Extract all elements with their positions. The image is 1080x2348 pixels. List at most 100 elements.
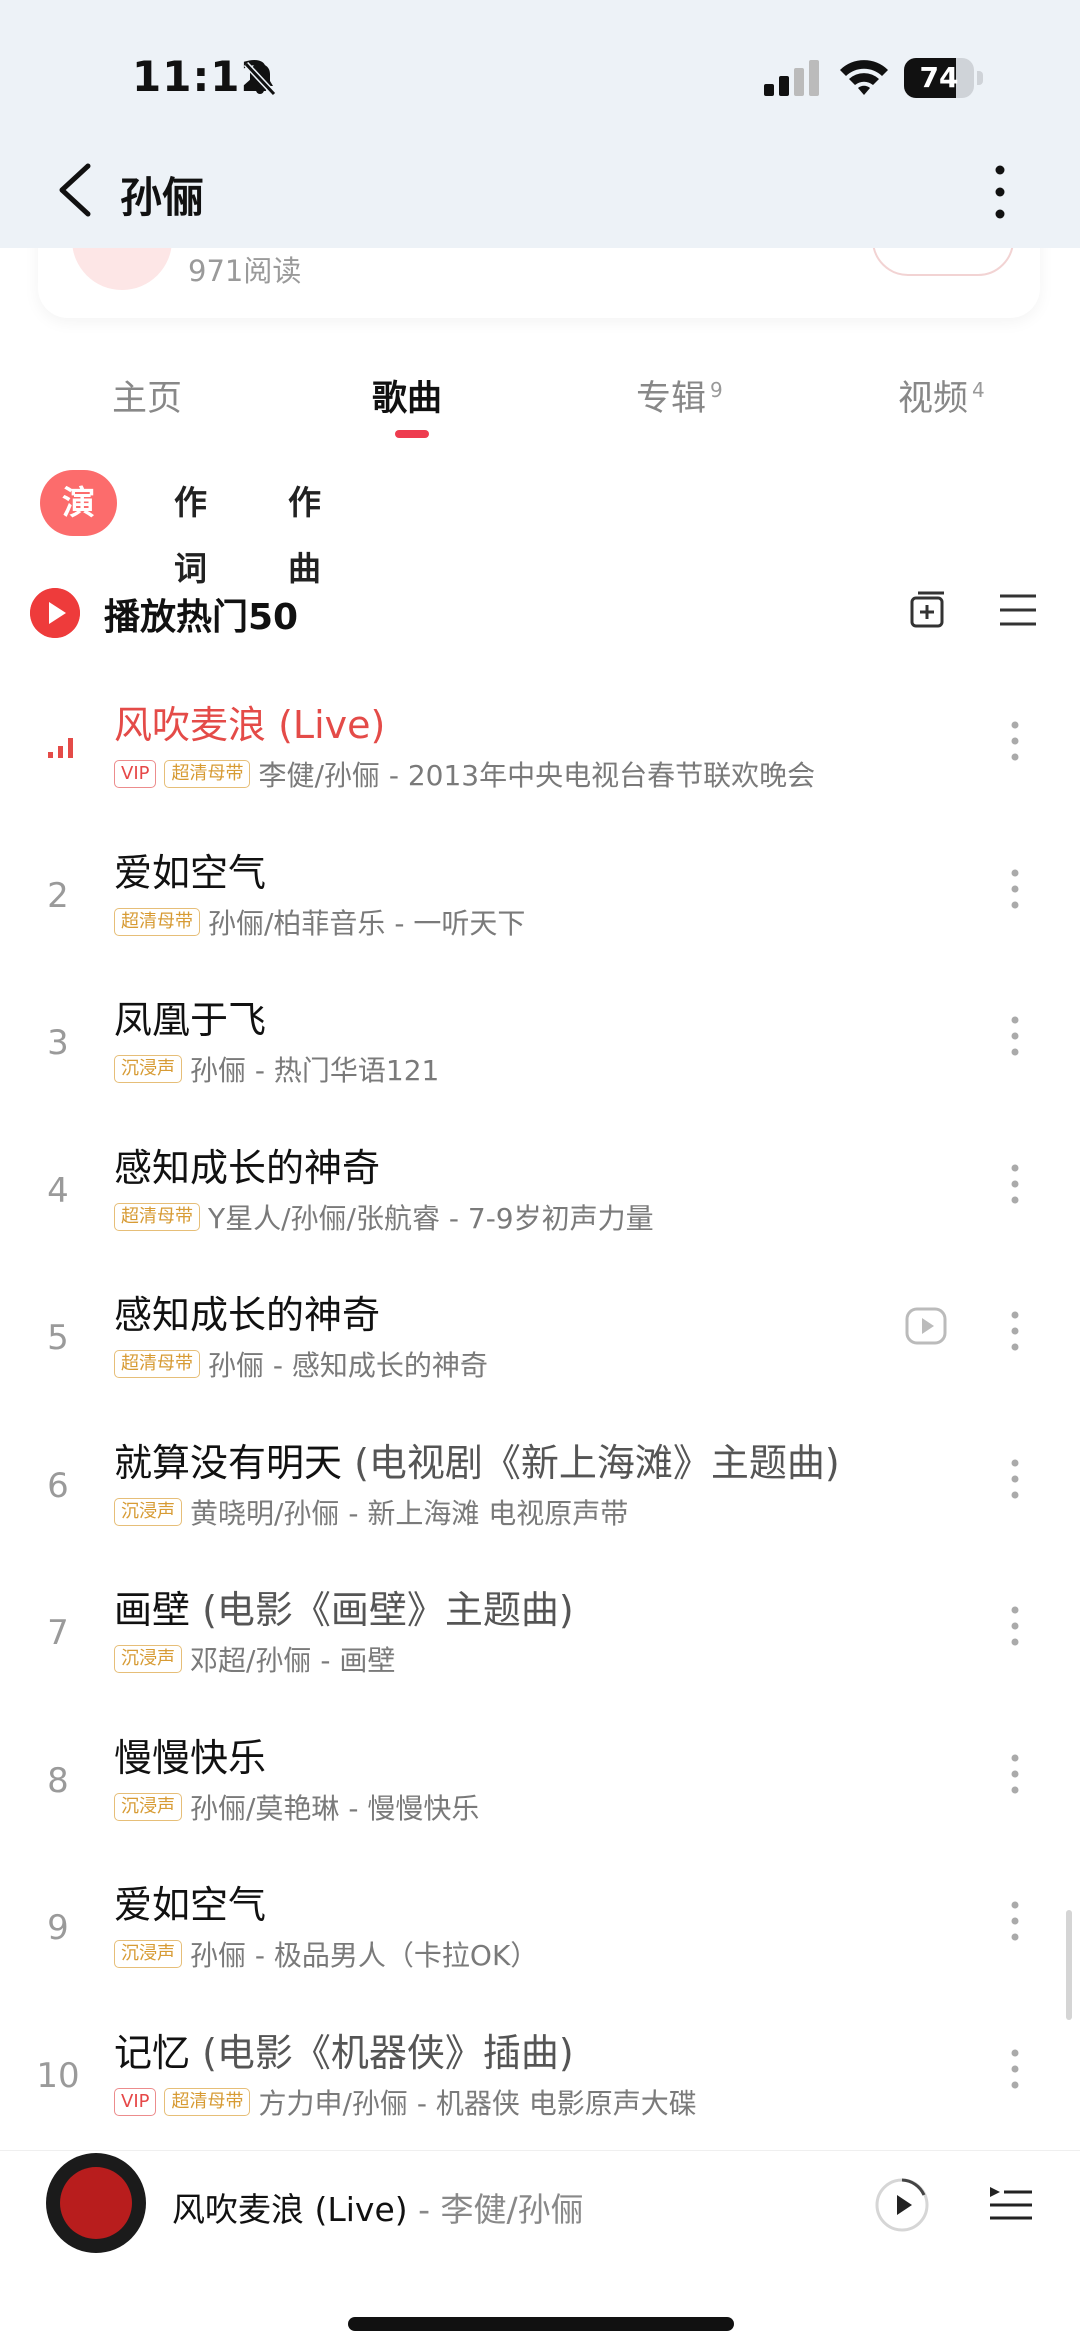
now-playing-cover[interactable] xyxy=(46,2153,146,2253)
song-more-icon[interactable] xyxy=(1000,864,1030,914)
quality-badge: VIP xyxy=(114,760,157,788)
play-all-row: 播放热门50 xyxy=(0,578,1080,648)
tab-bar: 主页 歌曲 专辑 9 视频 4 xyxy=(0,370,1080,450)
play-all-button[interactable] xyxy=(30,588,80,638)
song-meta: VIP 超清母带 李健/孙俪 - 2013年中央电视台春节联欢晚会 xyxy=(114,754,815,794)
home-indicator xyxy=(348,2317,734,2331)
play-all-label[interactable]: 播放热门50 xyxy=(104,588,298,640)
song-index: 6 xyxy=(47,1465,69,1506)
multi-select-icon[interactable] xyxy=(998,590,1038,630)
song-artist-album: 方力申/孙俪 - 机器侠 电影原声大碟 xyxy=(258,2086,697,2120)
song-title: 爱如空气 xyxy=(114,850,267,895)
song-artist-album: 孙俪 - 感知成长的神奇 xyxy=(208,1349,488,1382)
song-more-icon[interactable] xyxy=(1000,1601,1030,1651)
song-meta: 沉浸声 邓超/孙俪 - 画壁 xyxy=(114,1639,395,1679)
cellular-signal-icon xyxy=(764,60,819,96)
song-row[interactable]: 8 慢慢快乐 沉浸声 孙俪/莫艳琳 - 慢慢快乐 xyxy=(0,1701,1080,1849)
song-more-icon[interactable] xyxy=(1000,1159,1030,1209)
song-meta: 沉浸声 孙俪 - 极品男人（卡拉OK） xyxy=(114,1934,538,1974)
play-pause-button[interactable] xyxy=(874,2177,930,2233)
song-index: 8 xyxy=(47,1760,69,1801)
top-bar: 11:12 74 孙俪 xyxy=(0,0,1080,248)
tab-songs[interactable]: 歌曲 xyxy=(372,370,442,421)
song-more-icon[interactable] xyxy=(1000,716,1030,766)
quality-badge: 超清母带 xyxy=(164,2087,251,2116)
quality-badge: 超清母带 xyxy=(114,907,200,936)
quality-badge: VIP xyxy=(114,2087,157,2116)
filter-lyrics[interactable]: 作词 xyxy=(174,470,207,588)
mini-player[interactable]: 风吹麦浪 (Live) - 李健/孙俪 xyxy=(0,2150,1080,2348)
song-artist-album: 邓超/孙俪 - 画壁 xyxy=(190,1644,396,1677)
now-playing-artist: - 李健/孙俪 xyxy=(407,2190,584,2229)
add-to-playlist-icon[interactable] xyxy=(908,590,948,630)
more-options-button[interactable] xyxy=(980,160,1020,224)
song-index: 10 xyxy=(36,2055,80,2096)
song-meta: 超清母带 孙俪 - 感知成长的神奇 xyxy=(114,1344,488,1384)
tab-home[interactable]: 主页 xyxy=(112,370,182,421)
song-more-icon[interactable] xyxy=(1000,1749,1030,1799)
song-more-icon[interactable] xyxy=(1000,2044,1030,2094)
bell-muted-icon xyxy=(243,61,277,97)
battery-indicator: 74 xyxy=(904,58,986,98)
song-index: 9 xyxy=(47,1908,69,1948)
tab-albums[interactable]: 专辑 9 xyxy=(636,370,723,421)
song-meta: 沉浸声 孙俪 - 热门华语121 xyxy=(114,1049,439,1089)
filter-compose[interactable]: 作曲 xyxy=(288,470,321,588)
song-row[interactable]: 5 感知成长的神奇 超清母带 孙俪 - 感知成长的神奇 xyxy=(0,1258,1080,1406)
song-artist-album: 李健/孙俪 - 2013年中央电视台春节联欢晚会 xyxy=(258,759,816,792)
song-meta: 超清母带 Y星人/孙俪/张航睿 - 7-9岁初声力量 xyxy=(114,1197,654,1237)
song-title: 就算没有明天 (电视剧《新上海滩》主题曲) xyxy=(114,1440,840,1485)
song-more-icon[interactable] xyxy=(1000,1454,1030,1504)
now-playing-title[interactable]: 风吹麦浪 (Live) - 李健/孙俪 xyxy=(172,2183,584,2231)
video-count: 4 xyxy=(972,378,985,403)
song-index: 7 xyxy=(47,1613,69,1653)
song-row[interactable]: 3 凤凰于飞沉浸声 孙俪 - 热门华语121 xyxy=(0,963,1080,1111)
song-list: 风吹麦浪 (Live) VIP 超清母带 李健/孙俪 - 2013年中央电视台春节联欢… xyxy=(0,668,1080,2143)
filter-sing[interactable]: 演唱 xyxy=(40,470,117,588)
read-count: 971阅读 xyxy=(188,254,302,288)
wifi-icon xyxy=(840,60,888,95)
quality-badge: 沉浸声 xyxy=(114,1645,182,1673)
song-title: 感知成长的神奇 xyxy=(114,1293,381,1337)
song-title: 感知成长的神奇 xyxy=(114,1145,381,1190)
song-artist-album: 孙俪 - 极品男人（卡拉OK） xyxy=(190,1939,539,1972)
page-title: 孙俪 xyxy=(120,173,205,222)
song-more-icon[interactable] xyxy=(1000,1011,1030,1061)
song-meta: 超清母带 孙俪/柏菲音乐 - 一听天下 xyxy=(114,902,525,942)
song-title: 记忆 (电影《机器侠》插曲) xyxy=(114,2030,574,2075)
quality-badge: 超清母带 xyxy=(114,1202,200,1231)
song-row[interactable]: 2 爱如空气 超清母带 孙俪/柏菲音乐 - 一听天下 xyxy=(0,816,1080,964)
song-row[interactable]: 风吹麦浪 (Live) VIP 超清母带 李健/孙俪 - 2013年中央电视台春节联欢… xyxy=(0,668,1080,816)
song-index: 4 xyxy=(47,1170,69,1211)
song-more-icon[interactable] xyxy=(1000,1306,1030,1356)
song-row[interactable]: 6 就算没有明天 (电视剧《新上海滩》主题曲) 沉浸声 黄晓明/孙俪 - 新上海滩 电… xyxy=(0,1406,1080,1554)
now-playing-equalizer-icon xyxy=(48,738,73,758)
mv-play-icon[interactable] xyxy=(904,1304,948,1348)
song-index: 3 xyxy=(47,1023,69,1063)
album-count: 9 xyxy=(710,378,723,403)
song-title: 画壁 (电影《画壁》主题曲) xyxy=(114,1588,574,1632)
song-artist-album: 孙俪/柏菲音乐 - 一听天下 xyxy=(208,906,526,940)
song-artist-album: 孙俪 - 热门华语121 xyxy=(190,1054,440,1087)
tab-videos[interactable]: 视频 4 xyxy=(898,370,985,421)
song-artist-album: 孙俪/莫艳琳 - 慢慢快乐 xyxy=(190,1791,480,1825)
song-row[interactable]: 10 记忆 (电影《机器侠》插曲) VIP 超清母带 方力申/孙俪 - 机器侠 电影原声… xyxy=(0,1996,1080,2144)
song-row[interactable]: 9 爱如空气沉浸声 孙俪 - 极品男人（卡拉OK） xyxy=(0,1848,1080,1996)
song-row[interactable]: 4 感知成长的神奇超清母带 Y星人/孙俪/张航睿 - 7-9岁初声力量 xyxy=(0,1111,1080,1259)
quality-badge: 沉浸声 xyxy=(114,1055,182,1083)
song-meta: 沉浸声 黄晓明/孙俪 - 新上海滩 电视原声带 xyxy=(114,1492,628,1532)
song-more-icon[interactable] xyxy=(1000,1896,1030,1946)
song-title: 凤凰于飞 xyxy=(114,998,267,1042)
quality-badge: 超清母带 xyxy=(164,760,251,788)
quality-badge: 超清母带 xyxy=(114,1350,200,1378)
back-button[interactable] xyxy=(52,160,102,220)
playlist-queue-icon[interactable] xyxy=(988,2181,1034,2227)
quality-badge: 沉浸声 xyxy=(114,1940,182,1968)
song-meta: 沉浸声 孙俪/莫艳琳 - 慢慢快乐 xyxy=(114,1787,479,1827)
song-row[interactable]: 7 画壁 (电影《画壁》主题曲) 沉浸声 邓超/孙俪 - 画壁 xyxy=(0,1553,1080,1701)
quality-badge: 沉浸声 xyxy=(114,1792,182,1821)
scrollbar[interactable] xyxy=(1066,1910,1072,2020)
song-title: 风吹麦浪 (Live) xyxy=(114,703,386,747)
song-meta: VIP 超清母带 方力申/孙俪 - 机器侠 电影原声大碟 xyxy=(114,2082,697,2122)
song-title: 爱如空气 xyxy=(114,1883,267,1927)
